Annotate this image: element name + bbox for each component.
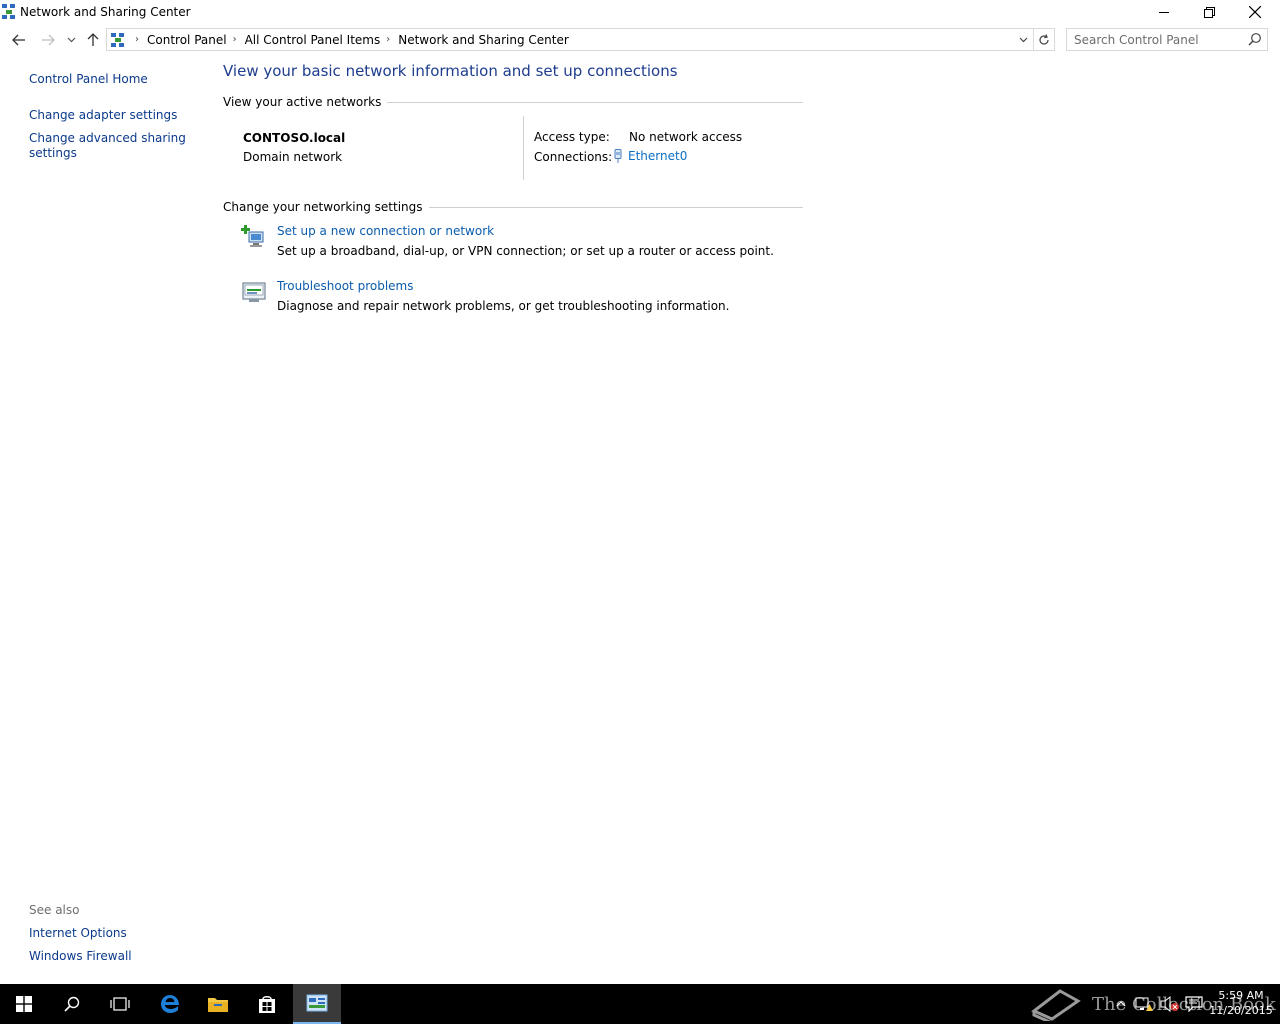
close-button[interactable] [1232,0,1278,24]
breadcrumb-separator-icon[interactable]: › [135,34,139,45]
new-connection-icon[interactable] [241,224,267,250]
action-center-button[interactable] [1184,984,1204,1024]
change-settings-heading-text: Change your networking settings [223,200,423,214]
store-icon [259,996,275,1013]
network-tray-button[interactable] [1134,984,1154,1024]
file-explorer-button[interactable] [194,984,242,1024]
title-bar: Network and Sharing Center [0,0,1280,26]
recent-locations-button[interactable] [62,30,80,50]
breadcrumb-network-center[interactable]: Network and Sharing Center [398,33,569,47]
clock-date: 11/20/2015 [1209,1004,1273,1017]
arrow-up-icon [87,33,99,46]
notification-icon [1185,996,1203,1012]
search-box[interactable] [1066,28,1268,51]
volume-tray-button[interactable] [1158,984,1182,1024]
edge-browser-button[interactable] [146,984,194,1024]
setup-connection-link[interactable]: Set up a new connection or network [277,224,494,238]
control-panel-home-link[interactable]: Control Panel Home [29,72,148,87]
setup-connection-description: Set up a broadband, dial-up, or VPN conn… [277,244,774,258]
show-hidden-icons-button[interactable] [1112,984,1130,1024]
network-name: CONTOSO.local [243,131,346,145]
up-button[interactable] [82,30,104,50]
back-button[interactable] [8,30,30,50]
address-dropdown-button[interactable] [1015,29,1031,50]
search-icon [64,996,80,1012]
arrow-left-icon [12,34,25,46]
search-input[interactable] [1067,29,1237,50]
window-title: Network and Sharing Center [20,5,191,19]
breadcrumb-separator-icon[interactable]: › [233,34,237,45]
chevron-up-icon [1116,1001,1126,1007]
change-advanced-sharing-link[interactable]: Change advanced sharing settings [29,131,199,161]
volume-muted-icon [1160,996,1179,1012]
windows-firewall-link[interactable]: Windows Firewall [29,949,132,964]
taskbar-clock[interactable]: 5:59 AM 11/20/2015 [1206,988,1276,1018]
control-panel-icon [306,994,328,1012]
see-also-label: See also [29,903,80,917]
network-divider [523,116,524,180]
address-bar[interactable]: › Control Panel › All Control Panel Item… [106,28,1034,51]
change-adapter-settings-link[interactable]: Change adapter settings [29,108,177,123]
book-icon [1031,989,1081,1021]
taskbar-search-button[interactable] [48,984,96,1024]
troubleshoot-icon[interactable] [241,279,267,305]
section-divider [428,206,803,208]
control-panel-icon [110,32,126,48]
network-warning-icon [1135,997,1153,1011]
windows-logo-icon [16,996,32,1012]
refresh-button[interactable] [1034,28,1055,51]
access-type-value: No network access [629,130,743,144]
forward-button[interactable] [37,30,59,50]
minimize-button[interactable] [1141,0,1187,24]
navigation-bar: › Control Panel › All Control Panel Item… [0,26,1280,54]
network-center-icon [2,4,16,20]
chevron-down-icon [1019,37,1027,42]
restore-button[interactable] [1186,0,1232,24]
active-networks-heading: View your active networks [223,94,803,110]
ethernet-icon [614,149,622,163]
taskbar: The Collection Book 5:59 AM 11/20/2015 [0,984,1280,1024]
connection-ethernet-link[interactable]: Ethernet0 [613,149,687,163]
section-divider [387,101,803,103]
internet-options-link[interactable]: Internet Options [29,926,127,941]
connection-name[interactable]: Ethernet0 [628,149,687,163]
page-title: View your basic network information and … [223,62,678,80]
chevron-down-icon [67,37,75,43]
search-icon[interactable] [1248,32,1262,46]
folder-icon [208,998,228,1012]
breadcrumb-all-items[interactable]: All Control Panel Items [245,33,381,47]
network-type: Domain network [243,150,343,164]
arrow-right-icon [42,34,55,46]
edge-icon [161,995,179,1013]
breadcrumb: › Control Panel › All Control Panel Item… [129,29,569,50]
clock-time: 5:59 AM [1218,989,1264,1002]
change-settings-heading: Change your networking settings [223,199,803,215]
breadcrumb-separator-icon[interactable]: › [386,34,390,45]
control-panel-taskbar-button[interactable] [293,984,341,1024]
task-view-button[interactable] [96,984,144,1024]
breadcrumb-control-panel[interactable]: Control Panel [147,33,227,47]
store-button[interactable] [243,984,291,1024]
access-type-label: Access type: [534,130,610,144]
task-view-icon [110,997,130,1011]
left-pane: Control Panel Home Change adapter settin… [0,54,212,984]
active-networks-heading-text: View your active networks [223,95,382,109]
troubleshoot-link[interactable]: Troubleshoot problems [277,279,413,293]
connections-label: Connections: [534,150,613,164]
troubleshoot-description: Diagnose and repair network problems, or… [277,299,730,313]
start-button[interactable] [0,984,48,1024]
refresh-icon [1039,33,1049,45]
